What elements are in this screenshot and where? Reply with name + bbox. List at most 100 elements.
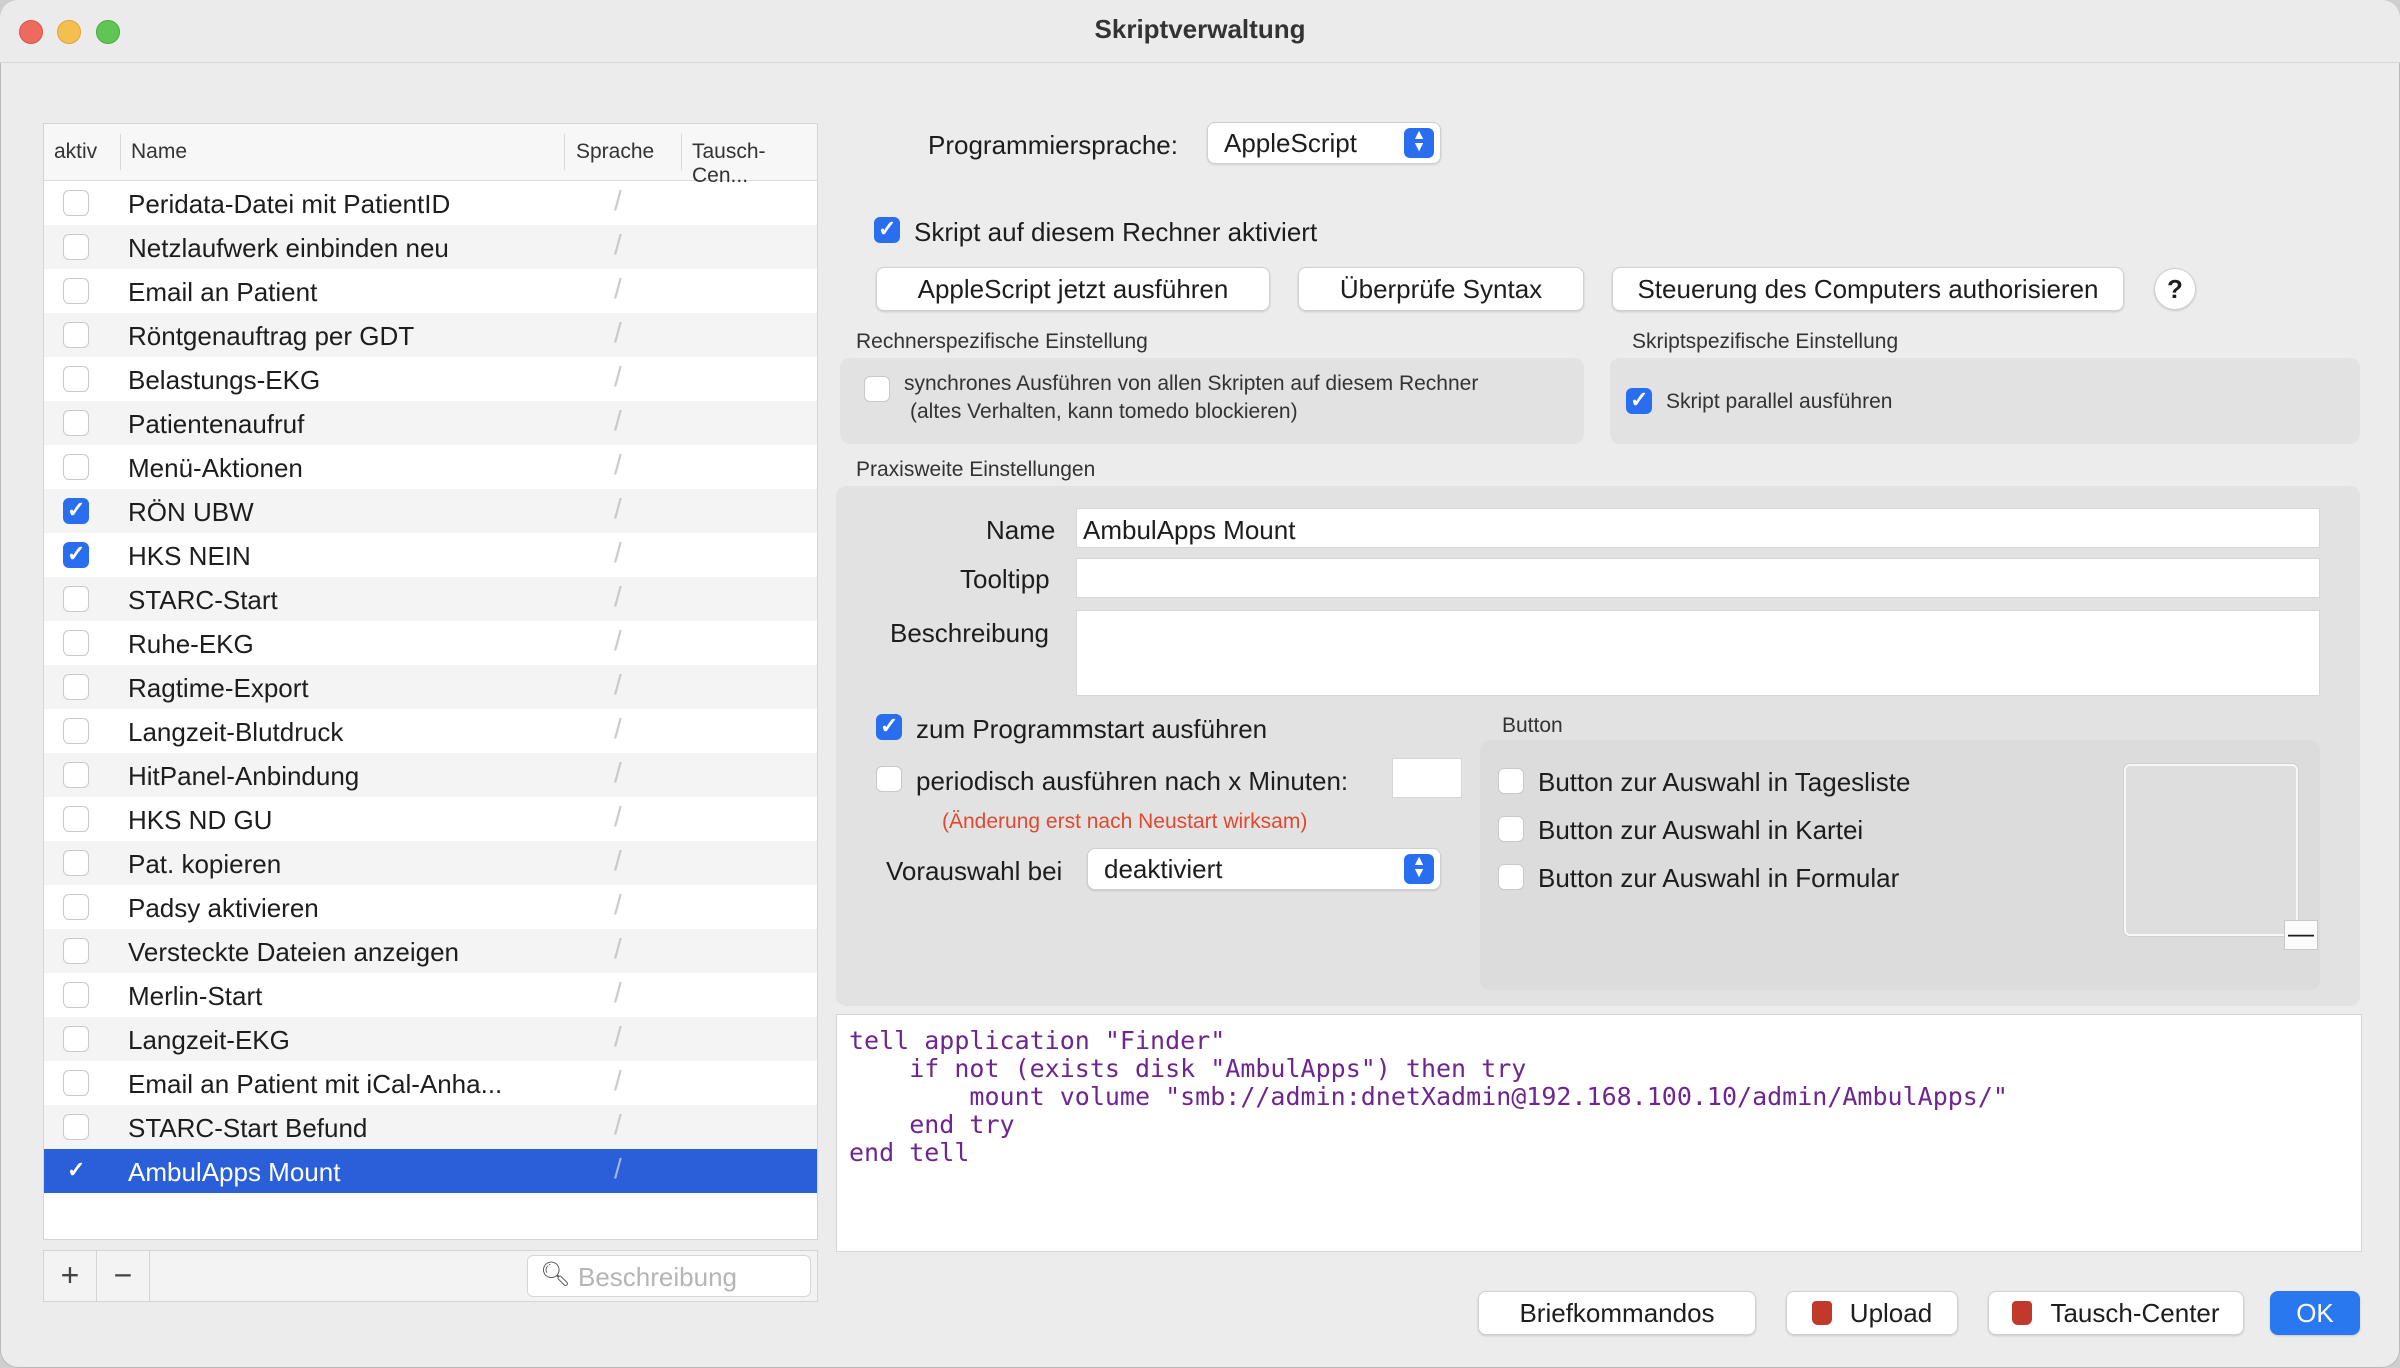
active-checkbox[interactable] [63,410,89,436]
script-name: Versteckte Dateien anzeigen [128,937,459,967]
script-name: Ruhe-EKG [128,629,254,659]
search-field[interactable]: 🔍︎ Beschreibung [527,1255,811,1297]
search-icon: 🔍︎ [540,1261,571,1288]
column-divider[interactable] [120,134,121,170]
tooltip-field[interactable] [1076,558,2320,598]
script-row[interactable]: AmbulApps Mount / [44,1149,817,1193]
script-row[interactable]: STARC-Start / [44,577,817,621]
script-row[interactable]: Merlin-Start / [44,973,817,1017]
daylist-button-checkbox[interactable] [1498,768,1524,794]
script-row[interactable]: Peridata-Datei mit PatientID / [44,181,817,225]
remove-script-button[interactable]: − [97,1251,150,1301]
script-row[interactable]: HitPanel-Anbindung / [44,753,817,797]
help-button[interactable]: ? [2154,268,2196,310]
remove-image-button[interactable]: — [2284,920,2318,950]
chart-button-checkbox[interactable] [1498,816,1524,842]
script-row[interactable]: Menü-Aktionen / [44,445,817,489]
activated-checkbox[interactable] [874,216,900,243]
script-row[interactable]: Versteckte Dateien anzeigen / [44,929,817,973]
column-divider[interactable] [564,134,565,170]
active-checkbox[interactable] [63,982,89,1008]
script-row[interactable]: HKS NEIN / [44,533,817,577]
check-syntax-button[interactable]: Überprüfe Syntax [1298,267,1584,311]
active-checkbox[interactable] [63,674,89,700]
language-indicator-icon: / [614,361,622,392]
preselect-popup[interactable]: deaktiviert ▲ ▼ [1087,848,1441,890]
description-field[interactable] [1076,610,2320,696]
active-checkbox[interactable] [63,1070,89,1096]
startup-checkbox[interactable] [876,713,902,740]
language-indicator-icon: / [614,757,622,788]
language-popup[interactable]: AppleScript ▲ ▼ [1207,122,1441,164]
active-checkbox[interactable] [63,497,89,524]
periodic-checkbox[interactable] [876,766,902,792]
column-header-language[interactable]: Sprache [576,140,654,164]
script-code-editor[interactable]: tell application "Finder" if not (exists… [836,1014,2362,1252]
script-row[interactable]: Netzlaufwerk einbinden neu / [44,225,817,269]
script-row[interactable]: RÖN UBW / [44,489,817,533]
active-checkbox[interactable] [63,586,89,612]
sync-checkbox[interactable] [864,376,890,402]
add-script-button[interactable]: + [44,1251,97,1301]
upload-button[interactable]: Upload [1786,1291,1958,1335]
button-image-well[interactable] [2124,764,2298,936]
active-checkbox[interactable] [63,454,89,480]
language-indicator-icon: / [614,845,622,876]
language-indicator-icon: / [614,889,622,920]
activated-label: Skript auf diesem Rechner aktiviert [914,217,1318,247]
active-checkbox[interactable] [63,850,89,876]
exchange-center-button[interactable]: Tausch-Center [1988,1291,2244,1335]
active-checkbox[interactable] [63,894,89,920]
language-indicator-icon: / [614,493,622,524]
script-row[interactable]: Pat. kopieren / [44,841,817,885]
ok-button[interactable]: OK [2270,1291,2360,1335]
script-manager-window: Skriptverwaltung aktiv Name Sprache Taus… [0,0,2400,1368]
periodic-minutes-field[interactable] [1392,758,1462,798]
active-checkbox[interactable] [63,541,89,568]
script-list[interactable]: aktiv Name Sprache Tausch-Cen... Peridat… [43,123,818,1240]
language-indicator-icon: / [614,1065,622,1096]
script-row[interactable]: Langzeit-Blutdruck / [44,709,817,753]
active-checkbox[interactable] [63,1026,89,1052]
active-checkbox[interactable] [63,762,89,788]
script-row[interactable]: Langzeit-EKG / [44,1017,817,1061]
script-row[interactable]: STARC-Start Befund / [44,1105,817,1149]
script-row[interactable]: Padsy aktivieren / [44,885,817,929]
letter-commands-button[interactable]: Briefkommandos [1478,1291,1756,1335]
column-header-active[interactable]: aktiv [54,140,97,164]
parallel-checkbox[interactable] [1626,387,1652,414]
code-line: end tell [849,1138,970,1167]
active-checkbox[interactable] [63,806,89,832]
script-name: Peridata-Datei mit PatientID [128,189,451,219]
form-button-checkbox[interactable] [1498,864,1524,890]
script-row[interactable]: Ruhe-EKG / [44,621,817,665]
script-row[interactable]: Ragtime-Export / [44,665,817,709]
active-checkbox[interactable] [63,1157,89,1184]
run-script-button[interactable]: AppleScript jetzt ausführen [876,267,1270,311]
script-row[interactable]: Email an Patient / [44,269,817,313]
language-label: Programmiersprache: [928,130,1178,160]
script-row[interactable]: Belastungs-EKG / [44,357,817,401]
script-name: Email an Patient mit iCal-Anha... [128,1069,503,1099]
authorize-control-button[interactable]: Steuerung des Computers authorisieren [1612,267,2124,311]
active-checkbox[interactable] [63,718,89,744]
language-indicator-icon: / [614,273,622,304]
script-row[interactable]: Email an Patient mit iCal-Anha... / [44,1061,817,1105]
language-indicator-icon: / [614,405,622,436]
active-checkbox[interactable] [63,278,89,304]
active-checkbox[interactable] [63,190,89,216]
active-checkbox[interactable] [63,1114,89,1140]
active-checkbox[interactable] [63,938,89,964]
active-checkbox[interactable] [63,234,89,260]
column-divider[interactable] [681,134,682,170]
script-row[interactable]: Röntgenauftrag per GDT / [44,313,817,357]
script-name: Netzlaufwerk einbinden neu [128,233,449,263]
script-row[interactable]: Patientenaufruf / [44,401,817,445]
active-checkbox[interactable] [63,630,89,656]
active-checkbox[interactable] [63,366,89,392]
script-row[interactable]: HKS ND GU / [44,797,817,841]
script-settings-heading: Skriptspezifische Einstellung [1632,330,1899,353]
name-field[interactable]: AmbulApps Mount [1076,508,2320,548]
active-checkbox[interactable] [63,322,89,348]
column-header-name[interactable]: Name [131,140,187,164]
